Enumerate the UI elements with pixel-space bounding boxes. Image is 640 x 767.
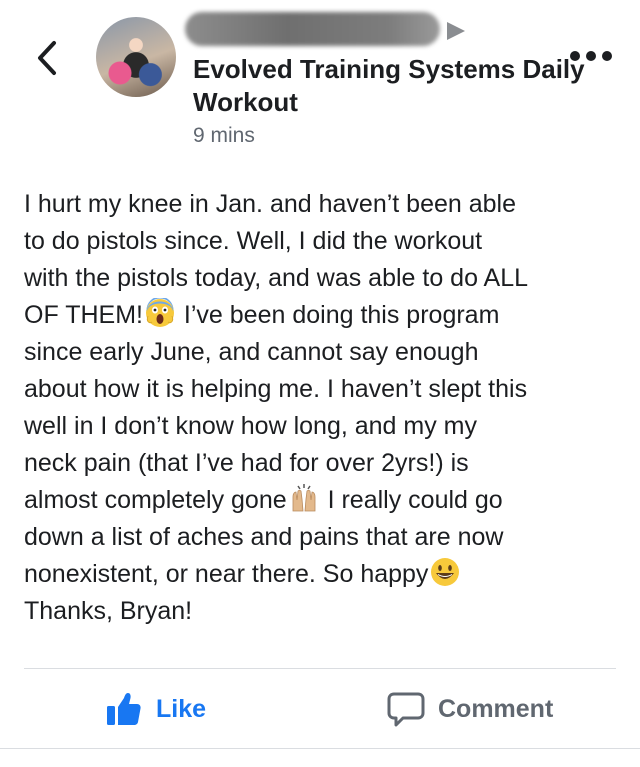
comment-label: Comment [438, 694, 554, 723]
post-line: I hurt my knee in Jan. and haven’t been … [24, 190, 516, 218]
post-line: neck pain (that I’ve had for over 2yrs!)… [24, 449, 469, 477]
raising-hands-emoji [292, 484, 316, 512]
comment-bubble-icon [387, 692, 425, 727]
post-timestamp[interactable]: 9 mins [193, 124, 255, 148]
divider [0, 748, 640, 749]
post-line: Thanks, Bryan! [24, 597, 193, 625]
back-button[interactable] [34, 40, 60, 76]
like-button[interactable]: Like [104, 686, 206, 732]
divider [24, 668, 616, 669]
like-label: Like [156, 694, 207, 723]
thumbs-up-icon [107, 693, 141, 725]
post-line: since early June, and cannot say enough [24, 338, 479, 366]
comment-button[interactable]: Comment [386, 686, 553, 732]
post-line: to do pistols since. Well, I did the wor… [24, 227, 483, 255]
redacted-author-name [185, 12, 440, 46]
smiley-face-emoji [431, 558, 460, 586]
post-line: OF THEM! I’ve been doing this program [24, 297, 624, 334]
screaming-face-emoji [145, 298, 174, 327]
post-line: with the pistols today, and was able to … [24, 264, 529, 292]
post-line: almost completely gone I really could go [24, 482, 624, 519]
caret-right-icon [447, 22, 465, 40]
group-avatar[interactable] [96, 17, 176, 97]
post-line: nonexistent, or near there. So happy [24, 556, 624, 593]
post-line: well in I don’t know how long, and my my [24, 412, 477, 440]
post-line: about how it is helping me. I haven’t sl… [24, 375, 528, 403]
chevron-left-icon [38, 41, 56, 75]
post-body: I hurt my knee in Jan. and haven’t been … [24, 186, 624, 630]
post-line: down a list of aches and pains that are … [24, 523, 504, 551]
group-name[interactable]: Evolved Training Systems Daily Workout [193, 53, 593, 119]
